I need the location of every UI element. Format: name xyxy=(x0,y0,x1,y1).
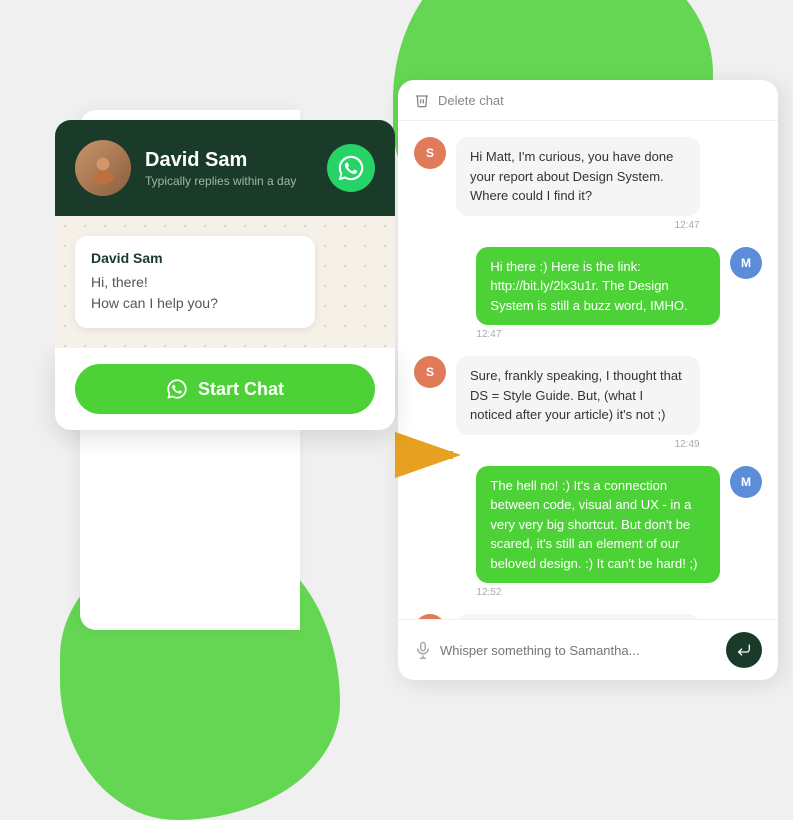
bubble-sender-name: David Sam xyxy=(91,250,299,266)
message-bubble: Sure, frankly speaking, I thought that D… xyxy=(456,356,700,435)
arrow-indicator xyxy=(395,430,465,485)
chat-input-area xyxy=(398,619,778,680)
message-content: Hi Matt, I'm curious, you have done your… xyxy=(456,137,700,231)
widget-contact-name: David Sam xyxy=(145,149,313,172)
whatsapp-btn-icon xyxy=(166,378,188,400)
message-content: The hell no! :) It's a connection betwee… xyxy=(476,466,720,599)
whatsapp-logo xyxy=(327,144,375,192)
widget-avatar xyxy=(75,140,131,196)
start-chat-label: Start Chat xyxy=(198,379,284,400)
message-bubble: Hi there :) Here is the link: http://bit… xyxy=(476,247,720,326)
message-avatar: S xyxy=(414,356,446,388)
message-content: Sure, frankly speaking, I thought that D… xyxy=(456,356,700,450)
message-time: 12:49 xyxy=(456,439,700,450)
message-row: S Hi Matt, I'm curious, you have done yo… xyxy=(414,137,762,231)
message-row: M Hi there :) Here is the link: http://b… xyxy=(414,247,762,341)
delete-icon xyxy=(414,92,430,108)
start-chat-button[interactable]: Start Chat xyxy=(75,364,375,414)
delete-chat-label: Delete chat xyxy=(438,93,504,108)
message-bubble: Hi Matt, I'm curious, you have done your… xyxy=(456,137,700,216)
arrow-svg xyxy=(395,430,465,480)
message-avatar: M xyxy=(730,247,762,279)
message-time: 12:47 xyxy=(456,220,700,231)
bubble-text-line1: Hi, there! xyxy=(91,272,299,293)
widget-header-info: David Sam Typically replies within a day xyxy=(145,149,313,188)
chat-panel: Delete chat S Hi Matt, I'm curious, you … xyxy=(398,80,778,680)
chat-input[interactable] xyxy=(440,643,718,658)
widget-body: David Sam Hi, there! How can I help you? xyxy=(55,216,395,348)
widget-header: David Sam Typically replies within a day xyxy=(55,120,395,216)
message-time: 12:52 xyxy=(476,587,720,598)
widget-contact-status: Typically replies within a day xyxy=(145,174,313,188)
widget-footer: Start Chat xyxy=(55,348,395,430)
chat-panel-header: Delete chat xyxy=(398,80,778,121)
message-row: S Sure, frankly speaking, I thought that… xyxy=(414,356,762,450)
message-avatar: M xyxy=(730,466,762,498)
message-row: M The hell no! :) It's a connection betw… xyxy=(414,466,762,599)
message-time: 12:47 xyxy=(476,329,720,340)
bubble-text-line2: How can I help you? xyxy=(91,293,299,314)
message-bubble: The hell no! :) It's a connection betwee… xyxy=(476,466,720,584)
message-avatar: S xyxy=(414,137,446,169)
message-content: Hi there :) Here is the link: http://bit… xyxy=(476,247,720,341)
send-button[interactable] xyxy=(726,632,762,668)
mic-icon xyxy=(414,641,432,659)
chat-messages: S Hi Matt, I'm curious, you have done yo… xyxy=(398,121,778,619)
whatsapp-widget: David Sam Typically replies within a day… xyxy=(55,120,395,430)
chat-bubble: David Sam Hi, there! How can I help you? xyxy=(75,236,315,328)
